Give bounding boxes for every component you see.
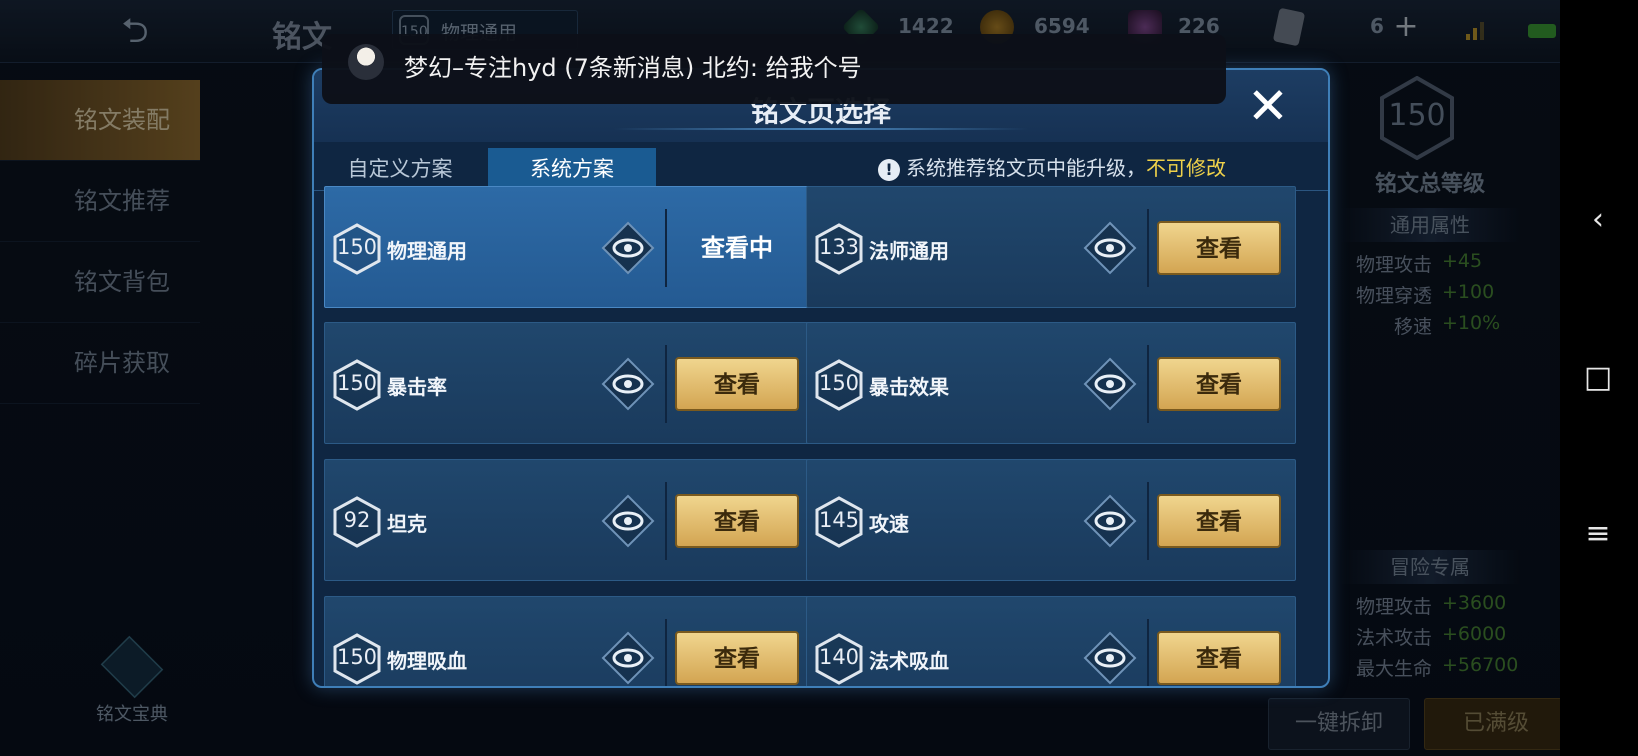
menu-icon[interactable]: ≡ (1578, 514, 1618, 554)
eye-icon[interactable] (1083, 221, 1137, 275)
rune-page-card[interactable]: 140 法术吸血 查看 (806, 596, 1296, 686)
card-divider (1147, 482, 1149, 560)
page-name: 物理吸血 (387, 649, 467, 673)
notice-text: ! 系统推荐铭文页中能升级，不可修改 (878, 152, 1226, 181)
eye-icon[interactable] (601, 631, 655, 685)
rune-page-card[interactable]: 150 暴击效果 查看 (806, 322, 1296, 444)
android-nav-bar: ‹ □ ≡ (1560, 0, 1638, 756)
eye-icon[interactable] (1083, 631, 1137, 685)
view-button[interactable]: 查看 (1157, 221, 1281, 275)
card-divider (1147, 209, 1149, 287)
page-level: 150 (336, 235, 378, 259)
page-level: 150 (818, 371, 860, 395)
eye-icon[interactable] (1083, 357, 1137, 411)
rune-page-card[interactable]: 133 法师通用 查看 (806, 186, 1296, 308)
page-level: 145 (818, 508, 860, 532)
view-button[interactable]: 查看 (675, 494, 799, 548)
view-button[interactable]: 查看 (1157, 494, 1281, 548)
page-name: 物理通用 (387, 239, 467, 263)
notification-text: 梦幻–专注hyd (7条新消息) 北约: 给我个号 (404, 54, 862, 82)
notice-main: 系统推荐铭文页中能升级， (906, 156, 1146, 180)
view-button[interactable]: 查看 (675, 631, 799, 685)
page-name: 坦克 (387, 512, 427, 536)
view-button[interactable]: 查看 (1157, 631, 1281, 685)
message-notification[interactable]: 梦幻–专注hyd (7条新消息) 北约: 给我个号 (322, 34, 1226, 104)
rune-page-card[interactable]: 150 暴击率 查看 (324, 322, 814, 444)
card-divider (1147, 345, 1149, 423)
rune-page-card[interactable]: 92 坦克 查看 (324, 459, 814, 581)
eye-icon[interactable] (601, 221, 655, 275)
eye-icon[interactable] (1083, 494, 1137, 548)
page-level: 140 (818, 645, 860, 669)
close-icon[interactable]: ✕ (1240, 80, 1296, 132)
card-divider (665, 619, 667, 686)
tab-system[interactable]: 系统方案 (488, 148, 656, 190)
eye-icon[interactable] (601, 357, 655, 411)
page-name: 攻速 (869, 512, 909, 536)
page-level: 150 (336, 371, 378, 395)
card-divider (1147, 619, 1149, 686)
rune-page-card[interactable]: 150 物理吸血 查看 (324, 596, 814, 686)
rune-page-card[interactable]: 150 物理通用 查看中 (324, 186, 814, 308)
page-name: 法师通用 (869, 239, 949, 263)
page-name: 暴击效果 (869, 375, 949, 399)
home-icon[interactable]: □ (1578, 358, 1618, 398)
tab-custom[interactable]: 自定义方案 (322, 148, 478, 190)
back-icon[interactable]: ‹ (1578, 200, 1618, 240)
view-button[interactable]: 查看 (1157, 357, 1281, 411)
page-level: 150 (336, 645, 378, 669)
rune-page-select-modal: 铭文页选择 ✕ 自定义方案 系统方案 ! 系统推荐铭文页中能升级，不可修改 150… (312, 68, 1330, 688)
card-divider (665, 209, 667, 287)
page-name: 暴击率 (387, 375, 447, 399)
avatar (348, 44, 384, 80)
rune-page-card[interactable]: 145 攻速 查看 (806, 459, 1296, 581)
page-level: 92 (343, 508, 371, 532)
page-level: 133 (818, 235, 860, 259)
notice-warning: 不可修改 (1146, 156, 1226, 180)
view-button[interactable]: 查看 (675, 357, 799, 411)
eye-icon[interactable] (601, 494, 655, 548)
card-divider (665, 345, 667, 423)
info-icon: ! (878, 158, 900, 181)
page-name: 法术吸血 (869, 649, 949, 673)
viewing-label: 查看中 (701, 234, 773, 262)
card-divider (665, 482, 667, 560)
